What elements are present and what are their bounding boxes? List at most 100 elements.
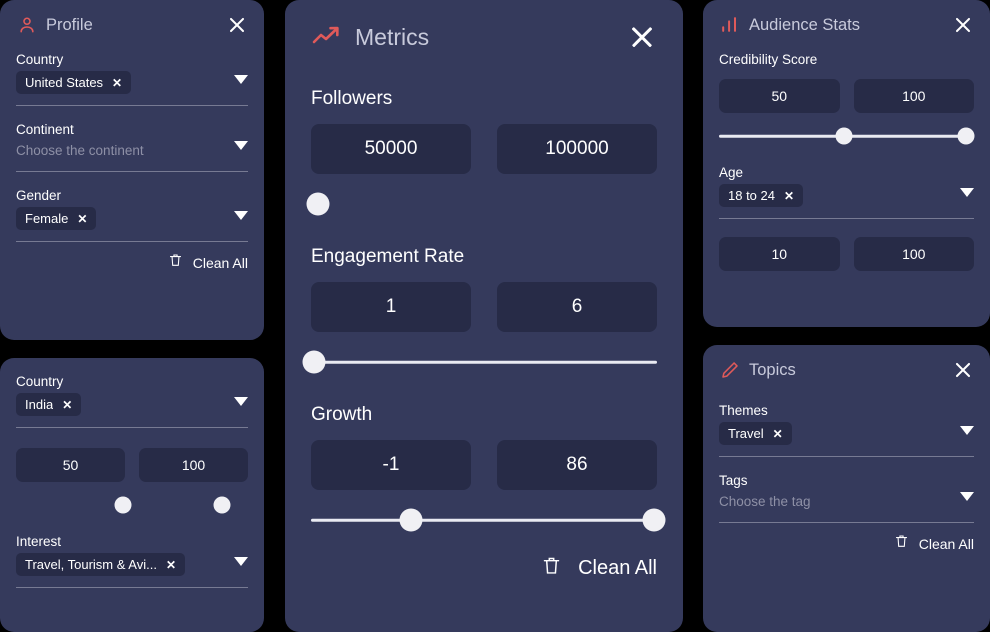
- divider: [719, 522, 974, 523]
- range-max-input[interactable]: 100: [139, 448, 248, 482]
- chip-india[interactable]: India ✕: [16, 393, 82, 416]
- followers-min-input[interactable]: 50000: [311, 124, 471, 174]
- slider-knob-min[interactable]: [399, 508, 423, 532]
- chevron-down-icon[interactable]: [234, 141, 248, 150]
- topics-panel-header: Topics: [703, 345, 990, 381]
- chip-remove-icon[interactable]: ✕: [784, 189, 794, 203]
- chip-label: India: [25, 397, 54, 412]
- credibility-score-slider[interactable]: [719, 123, 975, 149]
- engagement-rate-min-input[interactable]: 1: [311, 282, 471, 332]
- chip-remove-icon[interactable]: ✕: [77, 212, 87, 226]
- close-icon[interactable]: [952, 14, 974, 36]
- chip-remove-icon[interactable]: ✕: [773, 427, 783, 441]
- slider-knob-max[interactable]: [957, 127, 975, 145]
- chevron-down-icon[interactable]: [234, 75, 248, 84]
- followers-slider[interactable]: [306, 188, 657, 220]
- chip-remove-icon[interactable]: ✕: [62, 398, 72, 412]
- chevron-down-icon[interactable]: [234, 211, 248, 220]
- divider: [16, 171, 248, 172]
- age-range-inputs: 10 100: [719, 237, 974, 271]
- chip-label: Travel, Tourism & Avi...: [25, 557, 157, 572]
- user-icon: [16, 14, 38, 36]
- audience-stats-panel: Audience Stats Credibility Score 50 100 …: [703, 0, 990, 327]
- chip-united-states[interactable]: United States ✕: [16, 71, 132, 94]
- tags-placeholder: Choose the tag: [719, 494, 811, 509]
- chip-travel[interactable]: Travel ✕: [719, 422, 792, 445]
- close-icon[interactable]: [226, 14, 248, 36]
- panel-title: Profile: [46, 15, 93, 34]
- country-chip-row: United States ✕: [16, 71, 248, 94]
- clean-all-button[interactable]: Clean All: [16, 252, 248, 273]
- followers-max-input[interactable]: 100000: [497, 124, 657, 174]
- chevron-down-icon[interactable]: [960, 188, 974, 197]
- slider-knob-max[interactable]: [642, 508, 666, 532]
- age-max-input[interactable]: 100: [853, 237, 974, 271]
- continent-placeholder: Choose the continent: [16, 143, 144, 158]
- chip-label: 18 to 24: [728, 188, 775, 203]
- topics-panel-body: Themes Travel ✕ Tags Choose the tag Clea…: [703, 403, 990, 554]
- followers-label: Followers: [311, 88, 393, 109]
- gender-select[interactable]: Female ✕: [16, 207, 248, 231]
- age-min-input[interactable]: 10: [719, 237, 840, 271]
- chip-remove-icon[interactable]: ✕: [112, 76, 122, 90]
- panel-title: Audience Stats: [749, 15, 860, 34]
- credibility-min-input[interactable]: 50: [719, 79, 840, 113]
- chevron-down-icon[interactable]: [960, 426, 974, 435]
- age-chip-row: 18 to 24 ✕: [719, 184, 974, 207]
- country-select[interactable]: India ✕: [16, 393, 248, 417]
- slider-knob-max[interactable]: [213, 496, 231, 514]
- tags-select[interactable]: Choose the tag: [719, 488, 974, 512]
- growth-min-input[interactable]: -1: [311, 440, 471, 490]
- slider-knob-min[interactable]: [302, 350, 326, 374]
- close-icon[interactable]: [952, 359, 974, 381]
- credibility-score-label: Credibility Score: [719, 52, 818, 67]
- followers-inputs: 50000 100000: [311, 124, 657, 174]
- chip-female[interactable]: Female ✕: [16, 207, 97, 230]
- audience-stats-panel-body: Credibility Score 50 100 Age 18 to 24 ✕ …: [703, 52, 990, 271]
- credibility-max-input[interactable]: 100: [853, 79, 974, 113]
- chip-label: Female: [25, 211, 69, 226]
- chip-age-range[interactable]: 18 to 24 ✕: [719, 184, 804, 207]
- growth-inputs: -1 86: [311, 440, 657, 490]
- chip-remove-icon[interactable]: ✕: [166, 558, 176, 572]
- range-min-input[interactable]: 50: [16, 448, 125, 482]
- slider-track: [311, 203, 657, 206]
- slider-track: [311, 518, 657, 522]
- country-label: Country: [16, 374, 64, 389]
- growth-slider[interactable]: [311, 504, 666, 536]
- continent-select[interactable]: Choose the continent: [16, 137, 248, 161]
- engagement-rate-slider[interactable]: [302, 346, 657, 378]
- growth-max-input[interactable]: 86: [497, 440, 657, 490]
- slider-knob-min[interactable]: [114, 496, 132, 514]
- credibility-score-inputs: 50 100: [719, 79, 974, 113]
- slider-knob-min[interactable]: [306, 192, 330, 216]
- age-select[interactable]: 18 to 24 ✕: [719, 184, 974, 208]
- gender-chip-row: Female ✕: [16, 207, 248, 230]
- close-icon[interactable]: [627, 22, 657, 52]
- chevron-down-icon[interactable]: [234, 397, 248, 406]
- country-select[interactable]: United States ✕: [16, 71, 248, 95]
- divider: [719, 218, 974, 219]
- divider: [16, 105, 248, 106]
- divider: [16, 427, 248, 428]
- chevron-down-icon[interactable]: [960, 492, 974, 501]
- themes-label: Themes: [719, 403, 768, 418]
- country-range-inputs: 50 100: [16, 448, 248, 482]
- engagement-rate-inputs: 1 6: [311, 282, 657, 332]
- themes-chip-row: Travel ✕: [719, 422, 974, 445]
- divider: [719, 456, 974, 457]
- themes-select[interactable]: Travel ✕: [719, 422, 974, 446]
- pencil-icon: [719, 359, 741, 381]
- age-label: Age: [719, 165, 744, 180]
- country-range-slider[interactable]: [16, 492, 248, 518]
- engagement-rate-max-input[interactable]: 6: [497, 282, 657, 332]
- tags-label: Tags: [719, 473, 748, 488]
- chevron-down-icon[interactable]: [234, 557, 248, 566]
- clean-all-button[interactable]: Clean All: [719, 533, 974, 554]
- clean-all-button[interactable]: Clean All: [311, 554, 657, 582]
- chip-interest[interactable]: Travel, Tourism & Avi... ✕: [16, 553, 186, 576]
- country-label: Country: [16, 52, 64, 67]
- country-filter-panel: Country India ✕ 50 100 Interest Travel, …: [0, 358, 264, 632]
- slider-knob-min[interactable]: [835, 127, 853, 145]
- interest-select[interactable]: Travel, Tourism & Avi... ✕: [16, 553, 248, 577]
